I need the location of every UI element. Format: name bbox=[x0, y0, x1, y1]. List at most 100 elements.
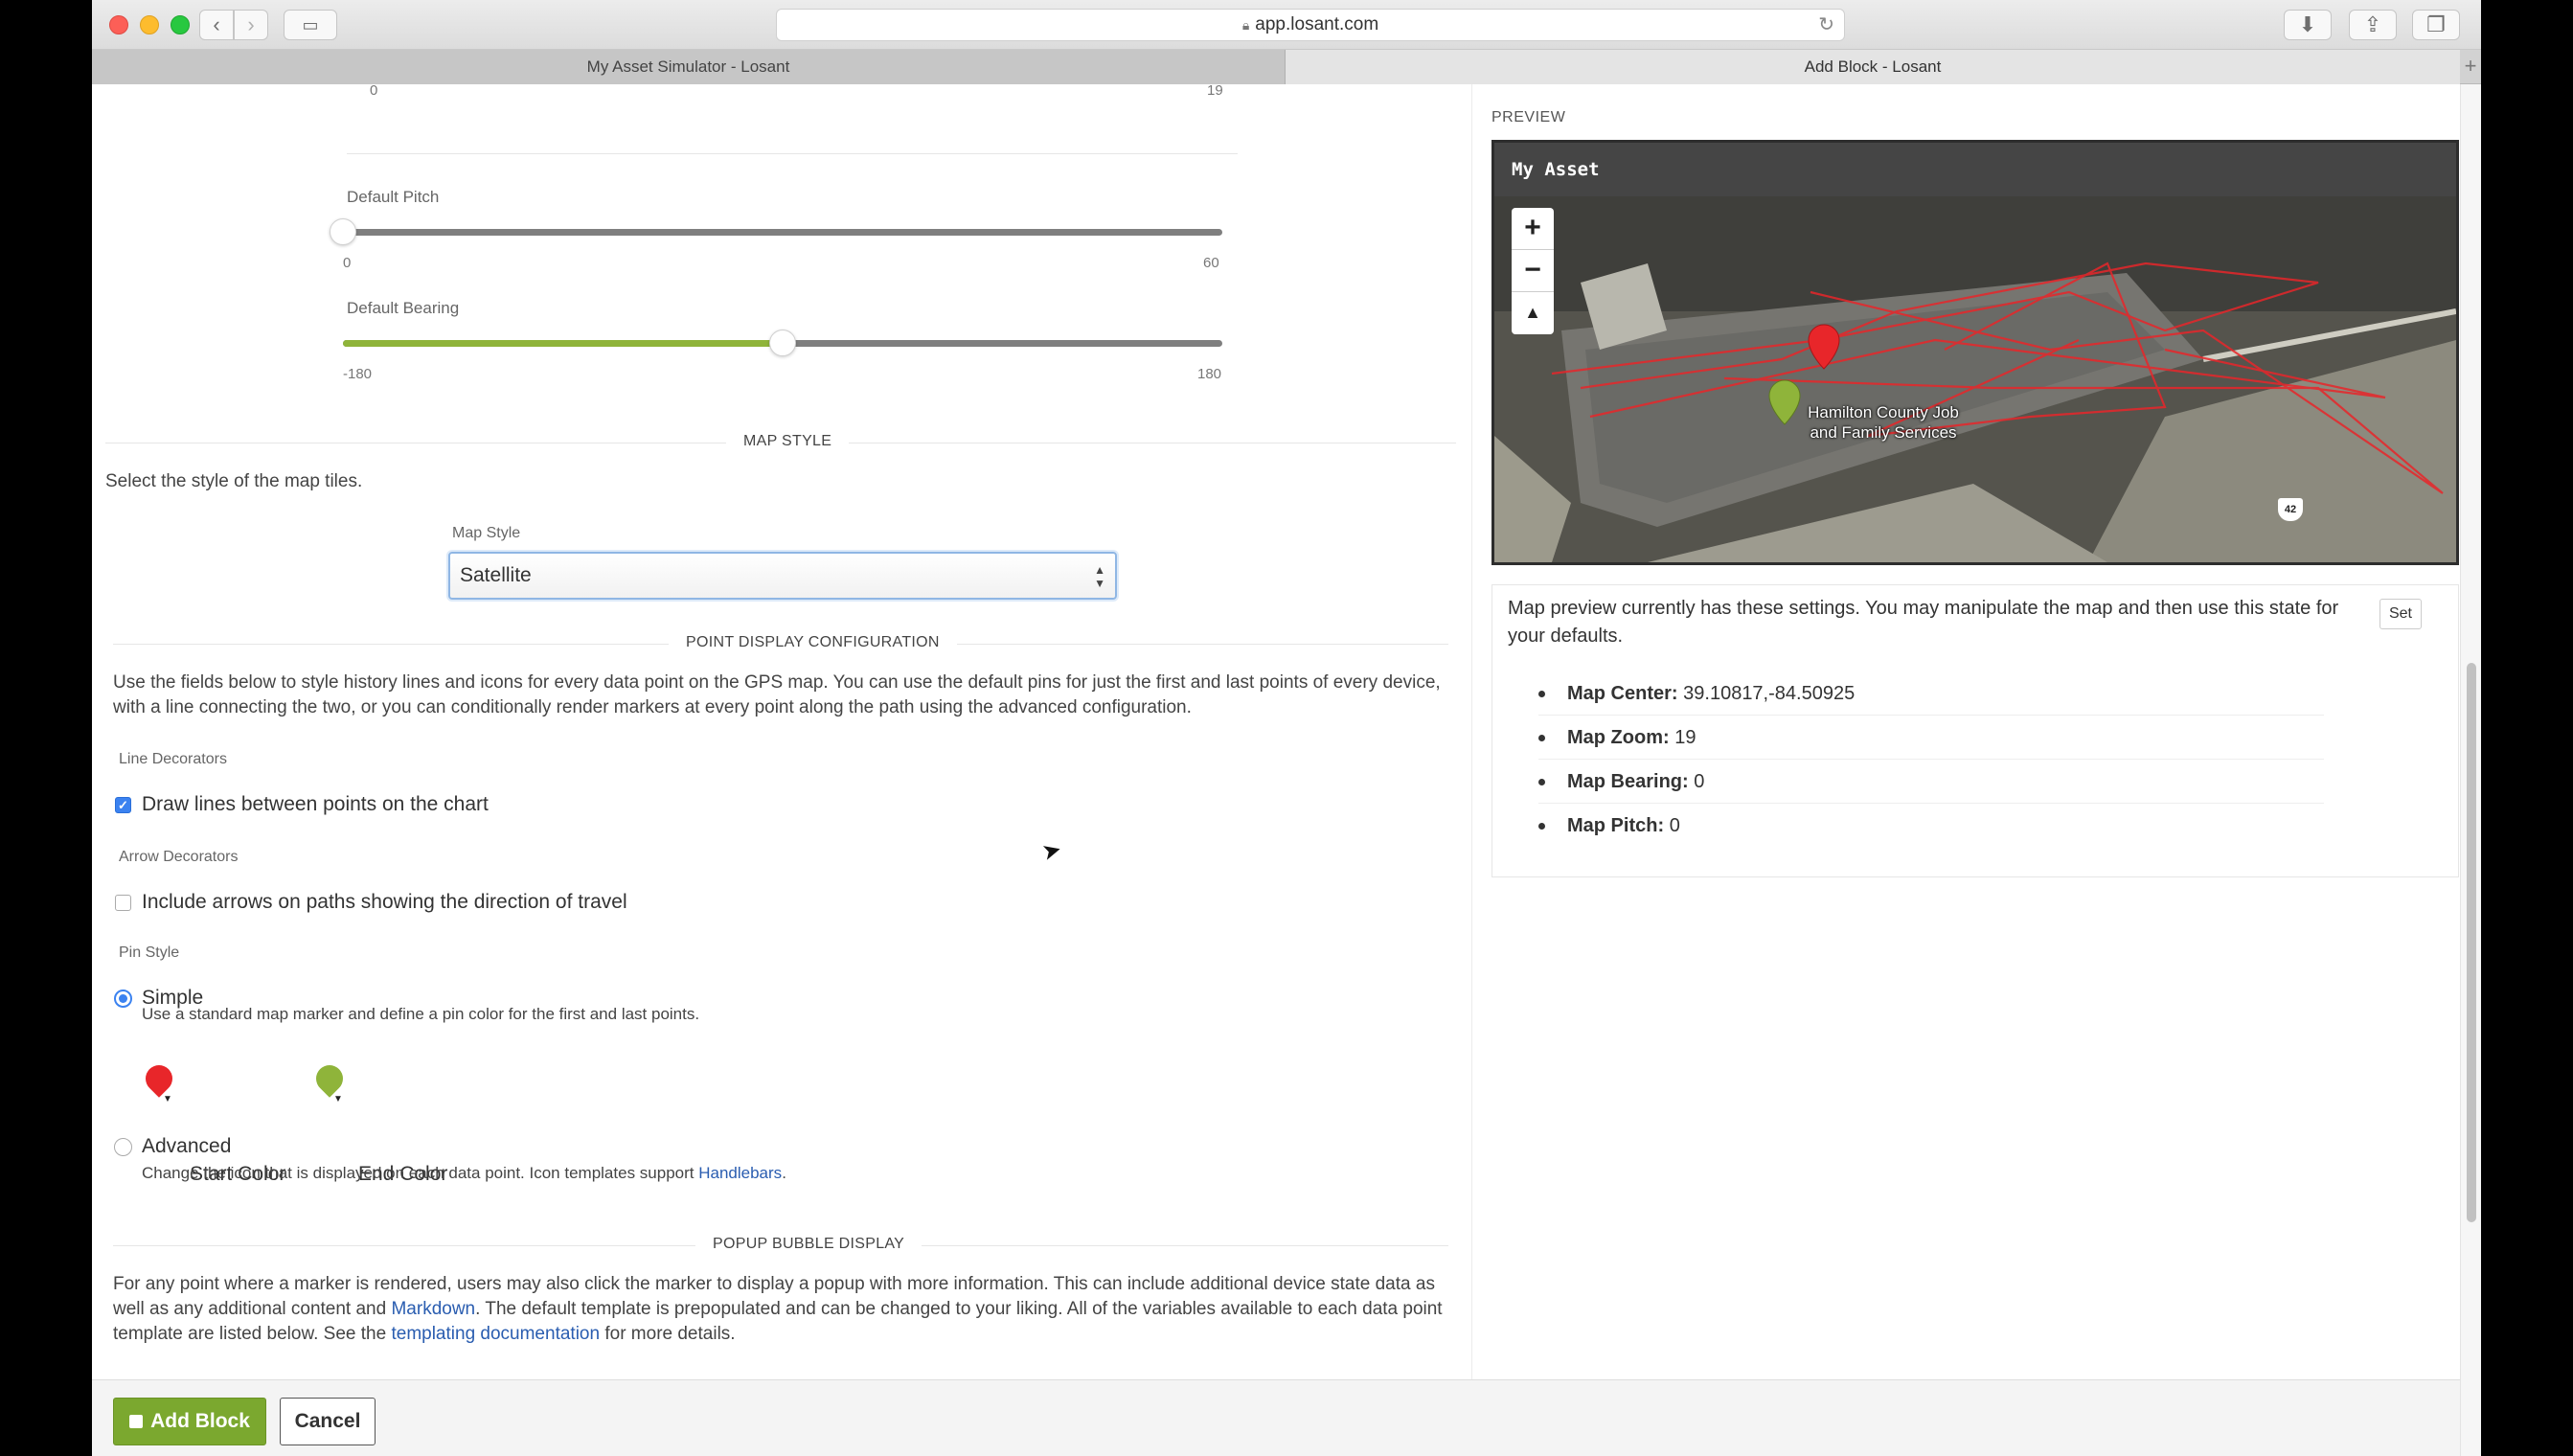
draw-lines-checkbox[interactable]: ✓ bbox=[115, 797, 131, 813]
form-footer: Add Block Cancel bbox=[92, 1379, 2460, 1456]
map-style-selected-value: Satellite bbox=[460, 564, 532, 586]
downloads-button[interactable]: ⬇ bbox=[2284, 10, 2332, 40]
bearing-min-label: -180 bbox=[343, 366, 373, 382]
point-display-section-title: POINT DISPLAY CONFIGURATION bbox=[669, 634, 957, 651]
map-zoom-out-button[interactable]: − bbox=[1512, 250, 1554, 292]
handlebars-link[interactable]: Handlebars bbox=[698, 1164, 782, 1182]
address-bar[interactable]: 🔒︎ app.losant.com ↻ bbox=[776, 9, 1845, 41]
map-settings-box: Map preview currently has these settings… bbox=[1491, 584, 2459, 877]
point-display-description: Use the fields below to style history li… bbox=[113, 672, 1441, 717]
lock-icon: 🔒︎ bbox=[1241, 17, 1250, 33]
tab-add-block[interactable]: Add Block - Losant bbox=[1286, 50, 2460, 84]
checkmark-icon: ✓ bbox=[118, 798, 128, 812]
block-config-form: 0 19 Default Pitch 0 60 Default Bearing … bbox=[92, 84, 1471, 1379]
pitch-label: Default Pitch bbox=[347, 188, 440, 206]
window-close-button[interactable] bbox=[109, 15, 128, 34]
window-maximize-button[interactable] bbox=[171, 15, 190, 34]
pitch-slider-handle[interactable] bbox=[330, 218, 356, 245]
setting-value: 19 bbox=[1674, 727, 1696, 748]
map-zoom-item: Map Zoom: 19 bbox=[1538, 716, 2324, 760]
forward-button[interactable]: › bbox=[234, 10, 268, 40]
tab-bar: My Asset Simulator - Losant Add Block - … bbox=[92, 50, 2481, 84]
back-button[interactable]: ‹ bbox=[199, 10, 234, 40]
pin-style-simple-radio[interactable] bbox=[114, 990, 132, 1008]
add-block-button[interactable]: Add Block bbox=[113, 1398, 266, 1445]
new-tab-button[interactable]: + bbox=[2460, 50, 2481, 84]
pitch-slider[interactable] bbox=[330, 218, 1222, 245]
page-scrollbar[interactable] bbox=[2460, 84, 2481, 1456]
advanced-suffix: . bbox=[782, 1164, 786, 1182]
popup-description: For any point where a marker is rendered… bbox=[113, 1272, 1454, 1347]
markdown-link[interactable]: Markdown bbox=[391, 1299, 475, 1319]
templating-docs-link[interactable]: templating documentation bbox=[391, 1324, 600, 1344]
bearing-label: Default Bearing bbox=[347, 299, 460, 317]
caret-down-icon: ▼ bbox=[163, 1094, 172, 1104]
line-decorators-label: Line Decorators bbox=[119, 751, 227, 767]
preview-label: PREVIEW bbox=[1491, 109, 1566, 125]
setting-value: 39.10817,-84.50925 bbox=[1683, 683, 1856, 704]
sidebar-icon: ▭ bbox=[302, 15, 319, 34]
setting-value: 0 bbox=[1669, 815, 1680, 836]
map-settings-info: Map preview currently has these settings… bbox=[1508, 598, 2339, 647]
end-color-picker[interactable]: ▼ bbox=[310, 1059, 349, 1104]
pin-style-advanced-radio[interactable] bbox=[114, 1138, 132, 1156]
map-settings-list: Map Center: 39.10817,-84.50925 Map Zoom:… bbox=[1538, 671, 2324, 848]
show-tabs-button[interactable]: ❐ bbox=[2412, 10, 2460, 40]
arrow-decorators-label: Arrow Decorators bbox=[119, 849, 239, 865]
end-pin-icon bbox=[310, 1059, 349, 1098]
map-style-select[interactable]: Satellite ▲ ▼ bbox=[448, 552, 1117, 600]
url-text: app.losant.com bbox=[1255, 14, 1379, 34]
pitch-max-label: 60 bbox=[1203, 255, 1219, 271]
map-style-field-label: Map Style bbox=[452, 525, 521, 541]
cancel-button[interactable]: Cancel bbox=[280, 1398, 376, 1445]
setting-key: Map Zoom: bbox=[1567, 727, 1670, 748]
arrows-label[interactable]: Include arrows on paths showing the dire… bbox=[142, 891, 627, 914]
caret-down-icon: ▼ bbox=[333, 1094, 343, 1104]
tabs-icon: ❐ bbox=[2426, 12, 2446, 36]
page-content: 0 19 Default Pitch 0 60 Default Bearing … bbox=[92, 84, 2460, 1379]
map-widget-preview: My Asset + − ▲ Hamilton County Job and F… bbox=[1491, 140, 2459, 565]
satellite-map[interactable]: + − ▲ Hamilton County Job and Family Ser… bbox=[1494, 196, 2456, 562]
tab-asset-simulator[interactable]: My Asset Simulator - Losant bbox=[92, 50, 1286, 84]
chevron-left-icon: ‹ bbox=[213, 12, 220, 36]
pitch-min-label: 0 bbox=[343, 255, 352, 271]
scrollbar-thumb[interactable] bbox=[2467, 663, 2476, 1222]
plus-icon: + bbox=[1524, 212, 1541, 243]
map-style-description: Select the style of the map tiles. bbox=[105, 471, 363, 491]
plus-icon: + bbox=[2464, 54, 2477, 78]
reload-icon[interactable]: ↻ bbox=[1818, 10, 1834, 40]
route-shield: 42 bbox=[2278, 498, 2303, 521]
share-icon: ⇪ bbox=[2363, 12, 2382, 36]
draw-lines-label[interactable]: Draw lines between points on the chart bbox=[142, 793, 489, 816]
map-compass-button[interactable]: ▲ bbox=[1512, 292, 1554, 334]
popup-section-title: POPUP BUBBLE DISPLAY bbox=[695, 1236, 922, 1253]
bearing-slider[interactable] bbox=[343, 330, 1222, 356]
setting-value: 0 bbox=[1694, 771, 1705, 792]
map-imagery bbox=[1494, 196, 2456, 562]
divider bbox=[347, 153, 1238, 154]
popup-text-3: for more details. bbox=[604, 1324, 736, 1344]
map-zoom-in-button[interactable]: + bbox=[1512, 208, 1554, 250]
bearing-slider-handle[interactable] bbox=[769, 330, 796, 356]
pin-style-advanced-label[interactable]: Advanced bbox=[142, 1135, 231, 1158]
window-minimize-button[interactable] bbox=[140, 15, 159, 34]
widget-title: My Asset bbox=[1494, 143, 2456, 196]
map-pitch-item: Map Pitch: 0 bbox=[1538, 804, 2324, 848]
arrows-checkbox[interactable] bbox=[115, 895, 131, 911]
zoom-min-label: 0 bbox=[370, 84, 378, 99]
map-center-item: Map Center: 39.10817,-84.50925 bbox=[1538, 671, 2324, 716]
share-button[interactable]: ⇪ bbox=[2349, 10, 2397, 40]
compass-icon: ▲ bbox=[1524, 303, 1541, 322]
add-block-label: Add Block bbox=[150, 1410, 250, 1432]
start-pin-icon bbox=[140, 1059, 178, 1098]
pin-style-label: Pin Style bbox=[119, 944, 180, 961]
set-defaults-button[interactable]: Set bbox=[2379, 599, 2422, 629]
chevron-right-icon: › bbox=[247, 12, 255, 36]
setting-key: Map Pitch: bbox=[1567, 815, 1665, 836]
pin-style-simple-description: Use a standard map marker and define a p… bbox=[142, 1005, 700, 1023]
bearing-slider-fill bbox=[343, 340, 783, 347]
browser-titlebar: ‹ › ▭ 🔒︎ app.losant.com ↻ ⬇ ⇪ ❐ bbox=[92, 0, 2481, 50]
sidebar-toggle-button[interactable]: ▭ bbox=[284, 10, 337, 40]
start-color-picker[interactable]: ▼ bbox=[140, 1059, 178, 1104]
advanced-description-text: Change the icon that is displayed on eac… bbox=[142, 1164, 694, 1182]
